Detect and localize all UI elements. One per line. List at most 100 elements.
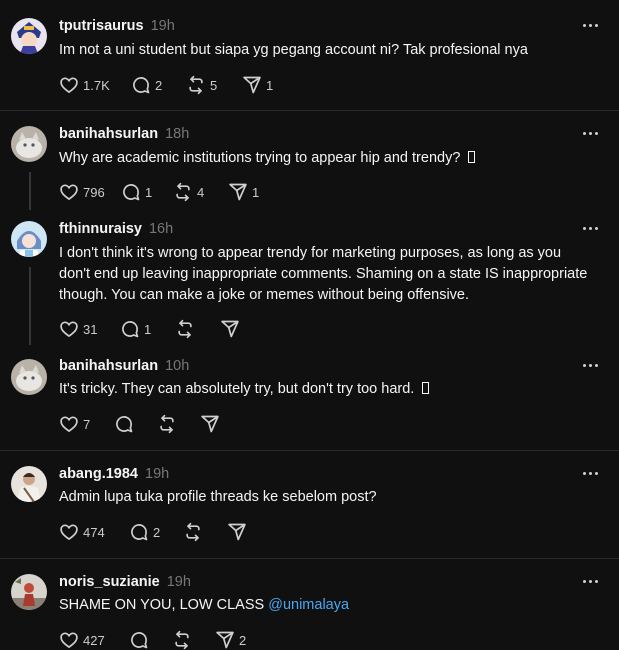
repost-count: 5 <box>210 77 218 93</box>
heart-icon <box>60 77 78 94</box>
like-count: 1.7K <box>83 77 110 93</box>
divider <box>0 558 619 559</box>
like-count: 796 <box>83 184 105 200</box>
action-bar: 427 2 <box>59 630 265 650</box>
comment-icon <box>116 416 133 433</box>
more-options-icon[interactable] <box>583 472 599 476</box>
comment-icon <box>133 77 150 94</box>
send-icon <box>221 320 239 338</box>
illustrated-avatar-icon[interactable] <box>11 221 47 257</box>
comment-icon <box>122 321 139 338</box>
send-icon <box>228 523 246 541</box>
send-icon <box>229 183 247 201</box>
heart-icon <box>60 632 78 649</box>
cat-avatar-icon[interactable] <box>11 126 47 162</box>
divider <box>0 450 619 451</box>
username[interactable]: abang.1984 <box>59 466 138 482</box>
repost-button[interactable]: 5 <box>186 75 242 95</box>
username[interactable]: banihahsurlan <box>59 126 158 142</box>
username[interactable]: fthinnuraisy <box>59 221 142 237</box>
timestamp: 19h <box>145 466 170 482</box>
like-count: 31 <box>83 321 98 337</box>
anime-avatar-icon[interactable] <box>11 18 47 54</box>
send-icon <box>243 76 261 94</box>
reply-button[interactable]: 1 <box>120 319 175 339</box>
repost-button[interactable] <box>175 319 220 339</box>
share-button[interactable] <box>200 414 230 434</box>
username[interactable]: noris_suzianie <box>59 574 160 590</box>
photo-avatar-icon[interactable] <box>11 574 47 610</box>
repost-icon <box>176 182 190 202</box>
share-count: 2 <box>239 632 247 648</box>
thread-line <box>29 172 31 210</box>
post-header: noris_suzianie 19h <box>59 572 191 592</box>
more-options-icon[interactable] <box>583 580 599 584</box>
post-text-content: It's tricky. They can absolutely try, bu… <box>59 381 419 397</box>
like-button[interactable]: 1.7K <box>59 75 131 95</box>
mention-link[interactable]: @unimalaya <box>268 597 349 613</box>
like-button[interactable]: 427 <box>59 630 129 650</box>
reply-button[interactable] <box>129 630 172 650</box>
reply-count: 2 <box>155 77 163 93</box>
share-button[interactable] <box>227 522 257 542</box>
repost-icon <box>160 414 174 434</box>
like-button[interactable]: 474 <box>59 522 129 542</box>
action-bar: 474 2 <box>59 522 257 542</box>
post-text-content: SHAME ON YOU, LOW CLASS <box>59 597 269 613</box>
like-count: 7 <box>83 416 91 432</box>
repost-button[interactable] <box>183 522 227 542</box>
username[interactable]: banihahsurlan <box>59 358 158 374</box>
timestamp: 19h <box>150 18 175 34</box>
post-header: abang.1984 19h <box>59 464 169 484</box>
send-icon <box>201 415 219 433</box>
more-options-icon[interactable] <box>583 24 599 28</box>
post-text: Admin lupa tuka profile threads ke sebel… <box>59 489 377 505</box>
share-count: 1 <box>252 184 260 200</box>
reply-button[interactable] <box>114 414 157 434</box>
heart-icon <box>60 184 78 201</box>
heart-icon <box>60 416 78 433</box>
action-bar: 31 1 <box>59 319 250 339</box>
send-icon <box>216 631 234 649</box>
more-options-icon[interactable] <box>583 132 599 136</box>
like-button[interactable]: 7 <box>59 414 114 434</box>
reply-count: 2 <box>153 524 161 540</box>
repost-button[interactable]: 4 <box>173 182 228 202</box>
reply-button[interactable]: 2 <box>129 522 183 542</box>
post-text: Im not a uni student but siapa yg pegang… <box>59 42 528 58</box>
share-button[interactable]: 2 <box>215 630 265 650</box>
reply-button[interactable]: 2 <box>131 75 186 95</box>
divider <box>0 110 619 111</box>
post-text: SHAME ON YOU, LOW CLASS @unimalaya <box>59 595 599 616</box>
repost-icon <box>178 319 192 339</box>
missing-glyph-icon <box>468 151 476 163</box>
cat-avatar-icon[interactable] <box>11 359 47 395</box>
comment-icon <box>123 184 140 201</box>
like-button[interactable]: 31 <box>59 319 120 339</box>
more-options-icon[interactable] <box>583 364 599 368</box>
reply-button[interactable]: 1 <box>121 182 173 202</box>
timestamp: 19h <box>166 574 191 590</box>
action-bar: 796 1 4 1 <box>59 182 278 202</box>
share-button[interactable]: 1 <box>242 75 292 95</box>
like-button[interactable]: 796 <box>59 182 121 202</box>
like-count: 474 <box>83 524 105 540</box>
person-avatar-icon[interactable] <box>11 466 47 502</box>
more-options-icon[interactable] <box>583 227 599 231</box>
repost-button[interactable] <box>157 414 200 434</box>
post-text: I don't think it's wrong to appear trend… <box>59 245 588 303</box>
username[interactable]: tputrisaurus <box>59 18 144 34</box>
post-header: tputrisaurus 19h <box>59 16 175 36</box>
repost-icon <box>189 75 203 95</box>
repost-icon <box>175 630 189 650</box>
timestamp: 16h <box>148 221 174 237</box>
post-header: banihahsurlan 18h <box>59 124 189 144</box>
reply-count: 1 <box>144 321 152 337</box>
repost-button[interactable] <box>172 630 215 650</box>
post-text: Why are academic institutions trying to … <box>59 148 599 169</box>
share-button[interactable] <box>220 319 250 339</box>
share-button[interactable]: 1 <box>228 182 278 202</box>
post-header: banihahsurlan 10h <box>59 356 189 376</box>
repost-count: 4 <box>197 184 205 200</box>
post-text-content: Why are academic institutions trying to … <box>59 150 465 166</box>
